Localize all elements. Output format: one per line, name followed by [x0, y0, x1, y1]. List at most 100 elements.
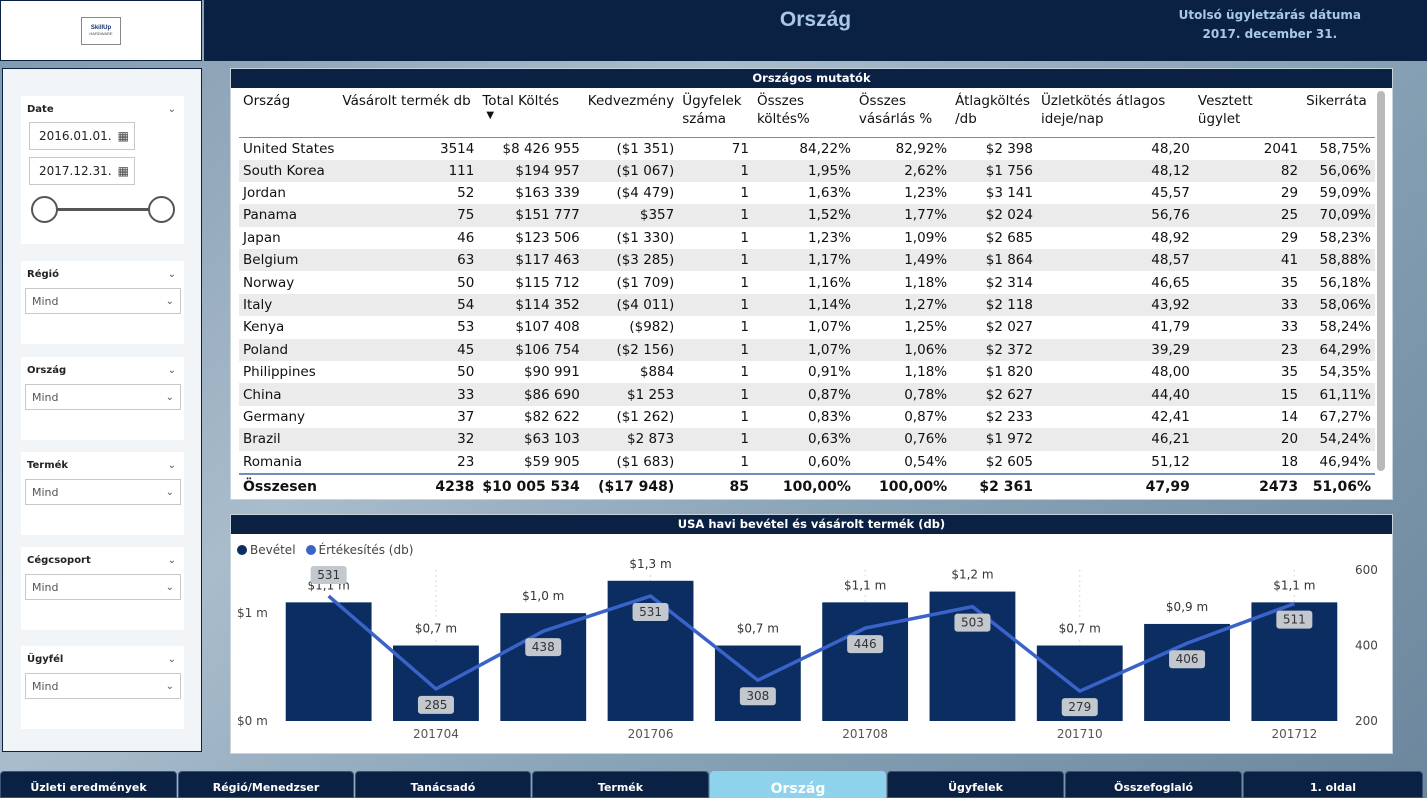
column-header[interactable]: Ügyfelek száma: [678, 88, 753, 138]
total-cell: 2473: [1193, 472, 1303, 500]
column-header[interactable]: Sikerráta: [1302, 88, 1375, 138]
table-cell: 33: [1280, 319, 1299, 336]
country-metrics-panel: Országos mutatók Ország Vásárolt termék d…: [230, 68, 1393, 500]
table-row[interactable]: Philippines 50 $90 991 $884 1 0,91% 1,18% $1 82…: [239, 361, 1375, 383]
product-dropdown[interactable]: Mind ⌄: [25, 479, 181, 505]
column-header[interactable]: Összes költés%: [752, 88, 855, 138]
page-navigation: Üzleti eredmények Régió/Menedzser Tanácsad…: [0, 771, 1427, 798]
column-header[interactable]: Vesztett ügylet: [1193, 88, 1303, 138]
column-header[interactable]: Ország: [239, 88, 339, 138]
line-data-label: 446: [854, 637, 877, 651]
chevron-down-icon[interactable]: ⌄: [168, 654, 176, 665]
page-header: Ország Utolsó ügyletzárás dátuma 2017. d…: [204, 0, 1427, 61]
y-left-tick-label: $1 m: [237, 606, 268, 620]
table-cell: 56,76: [1036, 204, 1194, 227]
region-dropdown[interactable]: Mind ⌄: [25, 288, 181, 314]
column-header[interactable]: Átlagköltés /db: [951, 88, 1037, 138]
slider-end-handle[interactable]: [148, 196, 175, 223]
sort-descending-icon: ▼: [486, 110, 495, 121]
table-cell: 1: [678, 293, 753, 317]
chevron-down-icon[interactable]: ⌄: [168, 460, 176, 471]
nav-tab[interactable]: 1. oldal: [1243, 771, 1423, 798]
table-row[interactable]: Brazil 32 $63 103 $2 873 1 0,63% 0,76% $1 972 46…: [239, 428, 1375, 451]
table-cell: $2 314: [985, 274, 1033, 291]
table-cell: 82: [1193, 159, 1303, 182]
column-header[interactable]: Kedvezmény: [583, 88, 679, 138]
table-row[interactable]: Norway 50 $115 712 ($1 709) 1 1,16% 1,18% $2 31…: [239, 271, 1375, 293]
table-cell: 48,00: [1151, 364, 1190, 381]
table-cell: Norway: [243, 274, 295, 291]
slider-track[interactable]: [43, 208, 163, 211]
client-value: Mind: [32, 679, 59, 693]
table-cell: 2,62%: [854, 159, 952, 182]
table-row[interactable]: Panama 75 $151 777 $357 1 1,52% 1,77% $2 024 56,…: [239, 204, 1375, 227]
end-date-input[interactable]: 2017.12.31. ▦: [29, 157, 135, 185]
column-header[interactable]: Vásárolt termék db: [338, 88, 479, 138]
table-cell: 1,49%: [854, 249, 952, 272]
start-date-input[interactable]: 2016.01.01. ▦: [29, 122, 135, 150]
calendar-icon[interactable]: ▦: [118, 129, 129, 143]
table-row[interactable]: United States 3514 $8 426 955 ($1 351) 71 84,…: [239, 137, 1375, 160]
table-cell: 61,11%: [1302, 383, 1375, 406]
column-header[interactable]: Összes vásárlás %: [854, 88, 952, 138]
table-cell: 1,23%: [904, 185, 948, 202]
table-cell: 0,78%: [854, 383, 952, 406]
column-header[interactable]: Üzletkötés átlagos ideje/nap: [1036, 88, 1194, 138]
table-row[interactable]: Belgium 63 $117 463 ($3 285) 1 1,17% 1,49% $1 8…: [239, 249, 1375, 272]
nav-tab[interactable]: Összefoglaló: [1065, 771, 1242, 798]
table-cell: 45: [338, 338, 479, 362]
group-dropdown[interactable]: Mind ⌄: [25, 574, 181, 600]
country-dropdown[interactable]: Mind ⌄: [25, 384, 181, 410]
table-row[interactable]: Romania 23 $59 905 ($1 683) 1 0,60% 0,54% $2 60…: [239, 451, 1375, 474]
table-cell: $884: [639, 364, 675, 381]
total-cell: Összesen: [239, 472, 339, 500]
date-range-slider[interactable]: [31, 195, 175, 223]
table-total-row: Összesen 4238 $10 005 534 ($17 948) 85 100,00…: [239, 472, 1375, 500]
chevron-down-icon[interactable]: ⌄: [168, 555, 176, 566]
chevron-down-icon[interactable]: ⌄: [168, 104, 176, 115]
nav-tab[interactable]: Üzleti eredmények: [0, 771, 177, 798]
table-row[interactable]: Kenya 53 $107 408 ($982) 1 1,07% 1,25% $2 027 41…: [239, 316, 1375, 338]
table-row[interactable]: Germany 37 $82 622 ($1 262) 1 0,83% 0,87% $2 23…: [239, 406, 1375, 428]
slider-start-handle[interactable]: [31, 196, 58, 223]
client-dropdown[interactable]: Mind ⌄: [25, 673, 181, 699]
nav-tab[interactable]: Ország: [710, 771, 886, 798]
chevron-down-icon: ⌄: [165, 486, 174, 498]
total-cell: 100,00%: [752, 472, 855, 500]
table-cell: 41: [1193, 249, 1303, 272]
table-cell: 1: [678, 159, 753, 182]
table-cell: 75: [338, 204, 479, 227]
nav-tab[interactable]: Tanácsadó: [355, 771, 531, 798]
country-slicer-label: Ország: [27, 365, 67, 376]
nav-tab[interactable]: Termék: [532, 771, 709, 798]
calendar-icon[interactable]: ▦: [118, 164, 129, 178]
table-row[interactable]: Japan 46 $123 506 ($1 330) 1 1,23% 1,09% $2 685…: [239, 227, 1375, 249]
nav-tab[interactable]: Régió/Menedzser: [178, 771, 354, 798]
table-scrollbar[interactable]: [1377, 91, 1385, 471]
line-data-label: 406: [1176, 652, 1199, 666]
total-cell: 85: [678, 472, 753, 500]
table-row[interactable]: Poland 45 $106 754 ($2 156) 1 1,07% 1,06% $2 37…: [239, 338, 1375, 362]
table-row[interactable]: Jordan 52 $163 339 ($4 479) 1 1,63% 1,23% $3 14…: [239, 182, 1375, 204]
line-data-label: 531: [639, 605, 662, 619]
table-cell: ($1 351): [616, 140, 675, 157]
chevron-down-icon[interactable]: ⌄: [168, 269, 176, 280]
table-row[interactable]: China 33 $86 690 $1 253 1 0,87% 0,78% $2 627 44,…: [239, 383, 1375, 406]
table-cell: $151 777: [478, 204, 584, 227]
nav-tab[interactable]: Ügyfelek: [887, 771, 1064, 798]
table-cell: 1: [678, 383, 753, 406]
chevron-down-icon[interactable]: ⌄: [168, 365, 176, 376]
table-cell: $115 712: [515, 274, 580, 291]
table-cell: ($1 683): [616, 453, 675, 470]
client-slicer: Ügyfél ⌄ Mind ⌄: [21, 646, 184, 729]
table-cell: 0,54%: [904, 453, 948, 470]
column-header[interactable]: Total Költés ▼: [478, 88, 584, 138]
bar-data-label: $1,1 m: [1273, 578, 1315, 592]
table-cell: 71: [731, 140, 749, 157]
logo-subtext: HARDWARE: [89, 31, 113, 36]
table-row[interactable]: South Korea 111 $194 957 ($1 067) 1 1,95% 2,62…: [239, 159, 1375, 182]
table-cell: 56,06%: [1302, 159, 1375, 182]
bar-data-label: $1,0 m: [522, 589, 564, 603]
table-body: United States 3514 $8 426 955 ($1 351) 71 84,…: [239, 137, 1375, 474]
table-row[interactable]: Italy 54 $114 352 ($4 011) 1 1,14% 1,27% $2 118…: [239, 293, 1375, 317]
